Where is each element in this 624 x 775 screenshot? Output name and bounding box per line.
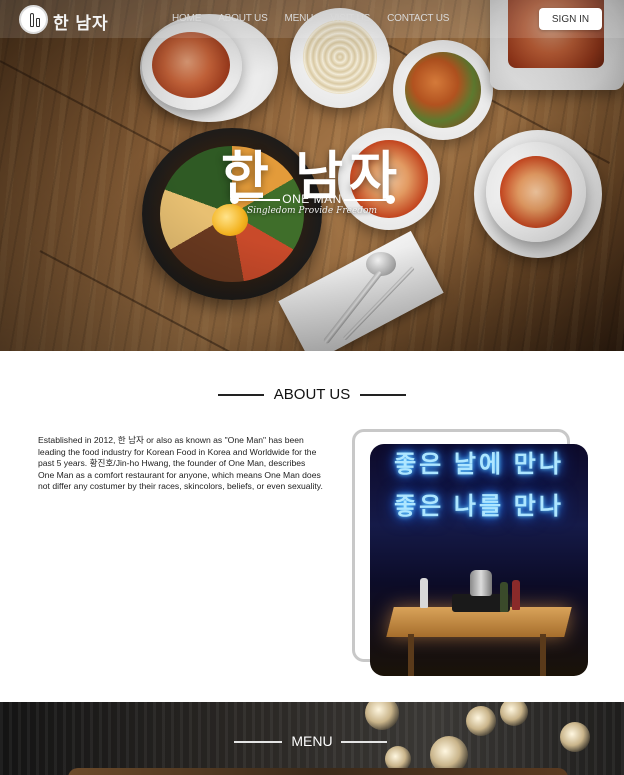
nav-link-home[interactable]: HOME: [172, 13, 201, 24]
bottle-icon: [512, 580, 520, 610]
kettle-icon: [470, 570, 492, 596]
top-navigation: 한 남자 HOME ABOUT US MENU VISIT US CONTACT…: [0, 0, 624, 38]
about-heading: ABOUT US: [273, 386, 351, 403]
nav-link-about-us[interactable]: ABOUT US: [218, 13, 268, 24]
logo-icon[interactable]: [19, 5, 48, 34]
neon-sign-line-1: 좋은 날에 만나: [394, 451, 564, 478]
nav-links: HOME ABOUT US MENU VISIT US CONTACT US: [172, 13, 449, 24]
nav-link-visit-us[interactable]: VISIT US: [330, 13, 370, 24]
about-paragraph: Established in 2012, 한 남자 or also as kno…: [38, 435, 323, 492]
about-heading-line-right: [360, 394, 406, 396]
table-leg: [408, 634, 414, 676]
hero-banner: 한 남자 ONE MAN Singledom Provide Freedom: [0, 0, 624, 351]
menu-heading: MENU: [291, 733, 333, 749]
menu-card[interactable]: [68, 768, 568, 775]
light-bulb: [466, 706, 496, 736]
sign-in-button[interactable]: SIGN IN: [539, 8, 602, 30]
glass-icon: [36, 18, 40, 27]
restaurant-neon-photo: 좋은 날에 만나 좋은 나를 만나: [370, 444, 588, 676]
bottle-icon: [30, 13, 34, 27]
hero-subtitle: ONE MAN: [282, 192, 342, 206]
hero-tagline: Singledom Provide Freedom: [247, 206, 377, 216]
menu-section: MENU: [0, 702, 624, 775]
nav-link-contact-us[interactable]: CONTACT US: [387, 13, 449, 24]
logo-text[interactable]: 한 남자: [53, 9, 109, 34]
nav-link-menu[interactable]: MENU: [285, 13, 314, 24]
menu-heading-line-right: [341, 741, 387, 743]
table-leg: [540, 634, 546, 676]
light-bulb: [365, 702, 399, 730]
bottle-icon: [500, 582, 508, 612]
neon-sign-line-2: 좋은 나를 만나: [394, 493, 564, 520]
bottle-icon: [420, 578, 428, 608]
light-bulb: [500, 702, 528, 726]
